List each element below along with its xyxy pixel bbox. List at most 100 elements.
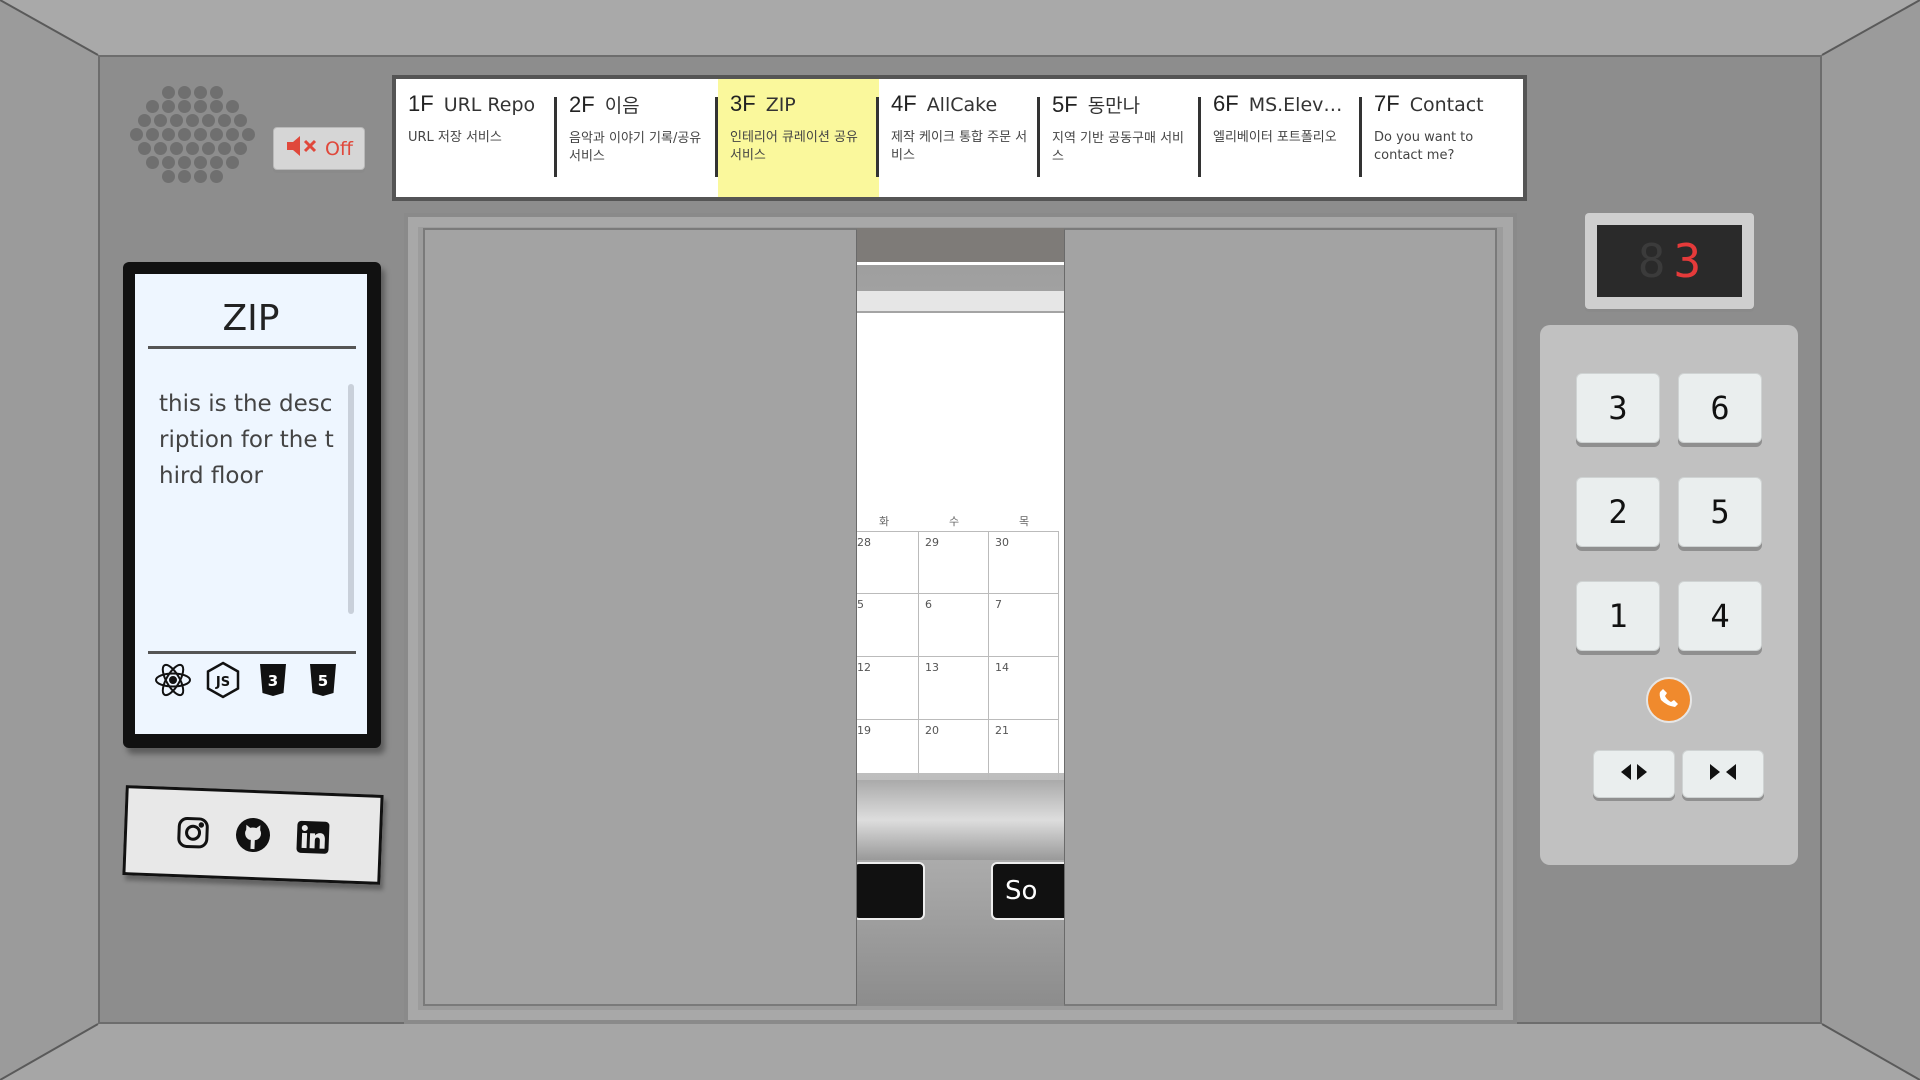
- description-scrollbar[interactable]: [348, 384, 354, 614]
- speaker-hole: [162, 156, 175, 169]
- info-panel: ZIP this is the description for the thir…: [135, 274, 367, 734]
- speaker-hole: [178, 100, 191, 113]
- floor-item-7f[interactable]: 7F Contact Do you want to contact me?: [1362, 79, 1523, 197]
- floor-item-4f[interactable]: 4F AllCake 제작 케이크 통합 주문 서비스: [879, 79, 1040, 197]
- speaker-hole: [226, 128, 239, 141]
- nodejs-icon: JS: [203, 660, 243, 700]
- floor-number: 4F: [891, 91, 917, 116]
- floor-name: 이음: [604, 95, 640, 117]
- speaker-hole: [178, 170, 191, 183]
- speaker-hole: [178, 128, 191, 141]
- floor-button-2[interactable]: 2: [1576, 477, 1660, 547]
- call-button[interactable]: [1646, 677, 1692, 723]
- speaker-grille: [130, 86, 255, 196]
- speaker-hole: [202, 114, 215, 127]
- html5-icon: 5: [303, 660, 343, 700]
- speaker-hole: [162, 170, 175, 183]
- speaker-hole: [210, 86, 223, 99]
- linkedin-icon[interactable]: [292, 817, 334, 859]
- calendar-day[interactable]: 19: [857, 720, 919, 783]
- phone-icon: [1658, 687, 1680, 713]
- floor-button-5[interactable]: 5: [1678, 477, 1762, 547]
- floor-item-2f[interactable]: 2F 이음 음악과 이야기 기록/공유 서비스: [557, 79, 718, 197]
- floor-item-3f[interactable]: 3F ZIP 인테리어 큐레이션 공유 서비스: [718, 79, 879, 197]
- floor-name: URL Repo: [443, 94, 536, 116]
- floor-name: AllCake: [926, 94, 998, 116]
- speaker-hole: [194, 156, 207, 169]
- floor-description: 음악과 이야기 기록/공유 서비스: [569, 131, 702, 164]
- speaker-hole: [154, 114, 167, 127]
- floor-description: 인테리어 큐레이션 공유 서비스: [730, 130, 858, 163]
- floor-button-4[interactable]: 4: [1678, 581, 1762, 651]
- floor-number: 6F: [1213, 91, 1239, 116]
- speaker-hole: [218, 114, 231, 127]
- speaker-hole: [170, 142, 183, 155]
- speaker-hole: [210, 170, 223, 183]
- speaker-hole: [138, 142, 151, 155]
- calendar-day[interactable]: 28: [857, 531, 919, 594]
- floor-name: MS.Eleva...: [1248, 94, 1352, 116]
- floor-item-1f[interactable]: 1F URL Repo URL 저장 서비스: [396, 79, 557, 197]
- floor-button-3[interactable]: 3: [1576, 373, 1660, 443]
- floor-description: 제작 케이크 통합 주문 서비스: [891, 130, 1028, 163]
- floor-number: 1F: [408, 91, 434, 116]
- speaker-hole: [226, 100, 239, 113]
- divider: [148, 651, 356, 654]
- calendar-day[interactable]: 12: [857, 657, 919, 720]
- weekday-label: 수: [949, 515, 960, 528]
- floor-directory: 1F URL Repo URL 저장 서비스 2F 이음 음악과 이야기 기록/공유…: [392, 75, 1527, 201]
- floor-button-6[interactable]: 6: [1678, 373, 1762, 443]
- divider: [857, 262, 1064, 265]
- calendar-day[interactable]: 13: [919, 657, 989, 720]
- github-icon[interactable]: [232, 814, 274, 856]
- close-doors-icon: [1706, 762, 1740, 786]
- display-digit-dim: 8: [1637, 234, 1666, 288]
- calendar-day[interactable]: 5: [857, 594, 919, 657]
- calendar-day[interactable]: 30: [989, 531, 1059, 594]
- preview-toolbar: [857, 291, 1064, 311]
- speaker-hole: [154, 142, 167, 155]
- open-doors-button[interactable]: [1593, 750, 1675, 798]
- speaker-hole: [202, 142, 215, 155]
- floor-item-5f[interactable]: 5F 동만나 지역 기반 공동구매 서비스: [1040, 79, 1201, 197]
- close-doors-button[interactable]: [1682, 750, 1764, 798]
- project-preview[interactable]: 화 수 목 28 29 30 5 6 7 12 13 14 19 20 21 So: [857, 228, 1064, 1006]
- speaker-hole: [194, 86, 207, 99]
- calendar-day[interactable]: 14: [989, 657, 1059, 720]
- calendar-day[interactable]: 6: [919, 594, 989, 657]
- speaker-hole: [210, 156, 223, 169]
- calendar-day[interactable]: 21: [989, 720, 1059, 783]
- speaker-hole: [138, 114, 151, 127]
- speaker-hole: [146, 100, 159, 113]
- floor-item-6f[interactable]: 6F MS.Eleva... 엘리베이터 포트폴리오: [1201, 79, 1362, 197]
- speaker-hole: [130, 128, 143, 141]
- calendar-day[interactable]: 29: [919, 531, 989, 594]
- speaker-hole: [162, 100, 175, 113]
- floor-name: Contact: [1409, 94, 1484, 116]
- speaker-hole: [194, 170, 207, 183]
- svg-text:5: 5: [318, 672, 328, 690]
- sound-toggle-button[interactable]: Off: [273, 127, 365, 170]
- preview-button[interactable]: So: [991, 862, 1064, 920]
- preview-button[interactable]: [857, 862, 925, 920]
- speaker-hole: [186, 114, 199, 127]
- svg-text:3: 3: [268, 672, 278, 690]
- open-doors-icon: [1617, 762, 1651, 786]
- speaker-hole: [218, 142, 231, 155]
- weekday-label: 화: [879, 515, 890, 528]
- floor-number: 7F: [1374, 91, 1400, 116]
- sound-toggle-label: Off: [324, 137, 354, 160]
- floor-button-1[interactable]: 1: [1576, 581, 1660, 651]
- speaker-hole: [178, 156, 191, 169]
- calendar-day[interactable]: 20: [919, 720, 989, 783]
- right-door: [1063, 228, 1497, 1006]
- calendar-day[interactable]: 7: [989, 594, 1059, 657]
- instagram-icon[interactable]: [172, 812, 214, 854]
- elevator-scene: Off 1F URL Repo URL 저장 서비스 2F 이음 음악과 이야기 기…: [0, 0, 1920, 1080]
- floor-description: URL 저장 서비스: [408, 130, 502, 145]
- speaker-hole: [146, 128, 159, 141]
- react-icon: [153, 660, 193, 700]
- preview-reflection: [857, 780, 1064, 860]
- speaker-hole: [162, 128, 175, 141]
- project-title: ZIP: [222, 298, 280, 339]
